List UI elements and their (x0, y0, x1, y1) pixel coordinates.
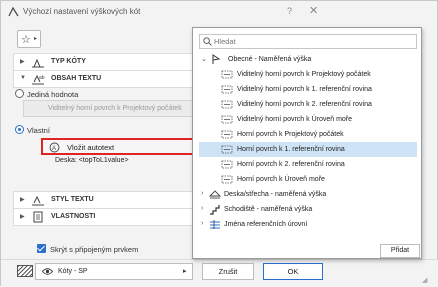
chevron-right-icon: › (201, 220, 204, 227)
tree-item-label: Viditelný horní povrch k Projektový počá… (237, 71, 371, 78)
autotext-field-icon (221, 115, 233, 124)
tree-item-slab-roof[interactable]: › Deska/střecha - naměřená výška (199, 187, 409, 202)
tree-item-field[interactable]: Horní povrch k Úroveň moře (199, 172, 409, 187)
section-text-style[interactable]: ▶ STYL TEXTU (13, 191, 203, 209)
tree-item-reference-levels[interactable]: › Jména referenčních úrovní (199, 217, 409, 232)
hide-with-element-checkbox[interactable] (37, 244, 46, 253)
section-properties[interactable]: ▶ VLASTNOSTI (13, 208, 203, 226)
tree-item-field[interactable]: Viditelný horní povrch k Projektový počá… (199, 67, 409, 82)
autotext-field-icon (221, 130, 233, 139)
close-button[interactable]: ✕ (309, 4, 318, 17)
tree-item-field[interactable]: Horní povrch k 2. referenční rovina (199, 157, 409, 172)
text-content-icon: ab (32, 74, 45, 85)
autotext-icon: A (49, 142, 60, 153)
tree-item-label: Schodiště - naměřená výška (224, 206, 313, 213)
hide-with-element-label: Skrýt s připojeným prvkem (50, 245, 139, 254)
tree-item-label: Horní povrch k Úroveň moře (237, 176, 325, 183)
expanded-triangle-icon: ▼ (20, 75, 26, 81)
title-bar: Výchozí nastavení výškových kót ? ✕ (1, 1, 437, 23)
favorites-button[interactable]: ☆ ▸ (17, 30, 41, 48)
chevron-right-icon: ▸ (34, 36, 38, 42)
elevation-dimension-icon (8, 6, 19, 17)
section-title: STYL TEXTU (51, 196, 94, 203)
properties-icon (33, 211, 43, 223)
tree-item-label: Obecné - Naměřená výška (228, 56, 312, 63)
slab-roof-icon (209, 190, 221, 199)
tree-item-label: Viditelný horní povrch k 1. referenční r… (237, 86, 372, 93)
cancel-button[interactable]: Zrušit (202, 263, 254, 280)
section-text-content[interactable]: ▼ ab OBSAH TEXTU (13, 70, 203, 88)
search-icon (203, 37, 212, 46)
chevron-right-icon: › (201, 205, 204, 212)
tree-item-label: Horní povrch k 2. referenční rovina (237, 161, 345, 168)
chevron-right-icon: ▸ (183, 268, 187, 275)
resize-grip-icon[interactable]: ◢ (422, 276, 427, 284)
tree-item-general-elevation[interactable]: ⌄ Obecné - Naměřená výška (199, 52, 409, 67)
general-elevation-icon (212, 54, 221, 64)
layer-name: Kóty - SP (58, 268, 88, 275)
text-style-icon (32, 195, 44, 206)
insert-autotext-button[interactable]: A Vložit autotext ▸ (41, 138, 203, 155)
collapsed-triangle-icon: ▶ (20, 197, 25, 203)
autotext-field-icon (221, 70, 233, 79)
tree-item-label: Deska/střecha - naměřená výška (224, 191, 327, 198)
single-value-radio[interactable] (15, 89, 24, 98)
svg-text:ab: ab (39, 75, 45, 81)
autotext-field-icon (221, 160, 233, 169)
section-dimension-type[interactable]: ▶ TYP KÓTY (13, 53, 203, 71)
help-button[interactable]: ? (287, 6, 292, 16)
layer-select[interactable]: Kóty - SP ▸ (35, 263, 193, 280)
single-value-field: Viditelný horní povrch k Projektový počá… (23, 100, 203, 117)
tree-item-label: Viditelný horní povrch k Úroveň moře (237, 116, 353, 123)
custom-radio[interactable] (15, 125, 24, 134)
tree-item-label: Viditelný horní povrch k 2. referenční r… (237, 101, 372, 108)
ok-button[interactable]: OK (263, 263, 323, 280)
tree-item-field[interactable]: Viditelný horní povrch k 1. referenční r… (199, 82, 409, 97)
section-title: VLASTNOSTI (51, 213, 96, 220)
tree-item-field[interactable]: Horní povrch k Projektový počátek (199, 127, 409, 142)
add-button[interactable]: Přidat (380, 244, 420, 258)
tree-item-field-selected[interactable]: Horní povrch k 1. referenční rovina (199, 142, 417, 157)
section-title: TYP KÓTY (51, 58, 86, 65)
tree-item-field[interactable]: Viditelný horní povrch k 2. referenční r… (199, 97, 409, 112)
window-title: Výchozí nastavení výškových kót (23, 7, 141, 16)
insert-autotext-label: Vložit autotext (67, 143, 115, 152)
collapsed-triangle-icon: ▶ (20, 214, 25, 220)
svg-text:A: A (52, 146, 56, 152)
reference-level-icon (210, 220, 220, 229)
autotext-field-icon (221, 175, 233, 184)
star-icon: ☆ (21, 34, 31, 46)
tree-item-label: Horní povrch k 1. referenční rovina (237, 146, 345, 153)
collapsed-triangle-icon: ▶ (20, 59, 25, 65)
stair-icon (210, 205, 220, 215)
autotext-field-icon (221, 145, 233, 154)
dimension-type-icon (32, 58, 44, 68)
custom-text-field[interactable]: Deska: <topToL1value> (55, 157, 129, 164)
single-value-label: Jediná hodnota (27, 90, 79, 99)
tree-item-stair[interactable]: › Schodiště - naměřená výška (199, 202, 409, 217)
autotext-field-icon (221, 85, 233, 94)
eye-icon (42, 268, 53, 275)
section-title: OBSAH TEXTU (51, 75, 102, 82)
layer-icon (17, 265, 33, 277)
tree-item-label: Jména referenčních úrovní (224, 221, 308, 228)
chevron-right-icon: › (201, 190, 204, 197)
custom-label: Vlastní (27, 126, 50, 135)
search-input[interactable] (214, 36, 409, 47)
chevron-down-icon: ⌄ (201, 56, 207, 63)
search-box[interactable] (199, 34, 417, 49)
autotext-popup: ⌄ Obecné - Naměřená výška Viditelný horn… (192, 27, 422, 259)
tree-item-label: Horní povrch k Projektový počátek (237, 131, 344, 138)
autotext-field-icon (221, 100, 233, 109)
tree-item-field[interactable]: Viditelný horní povrch k Úroveň moře (199, 112, 409, 127)
